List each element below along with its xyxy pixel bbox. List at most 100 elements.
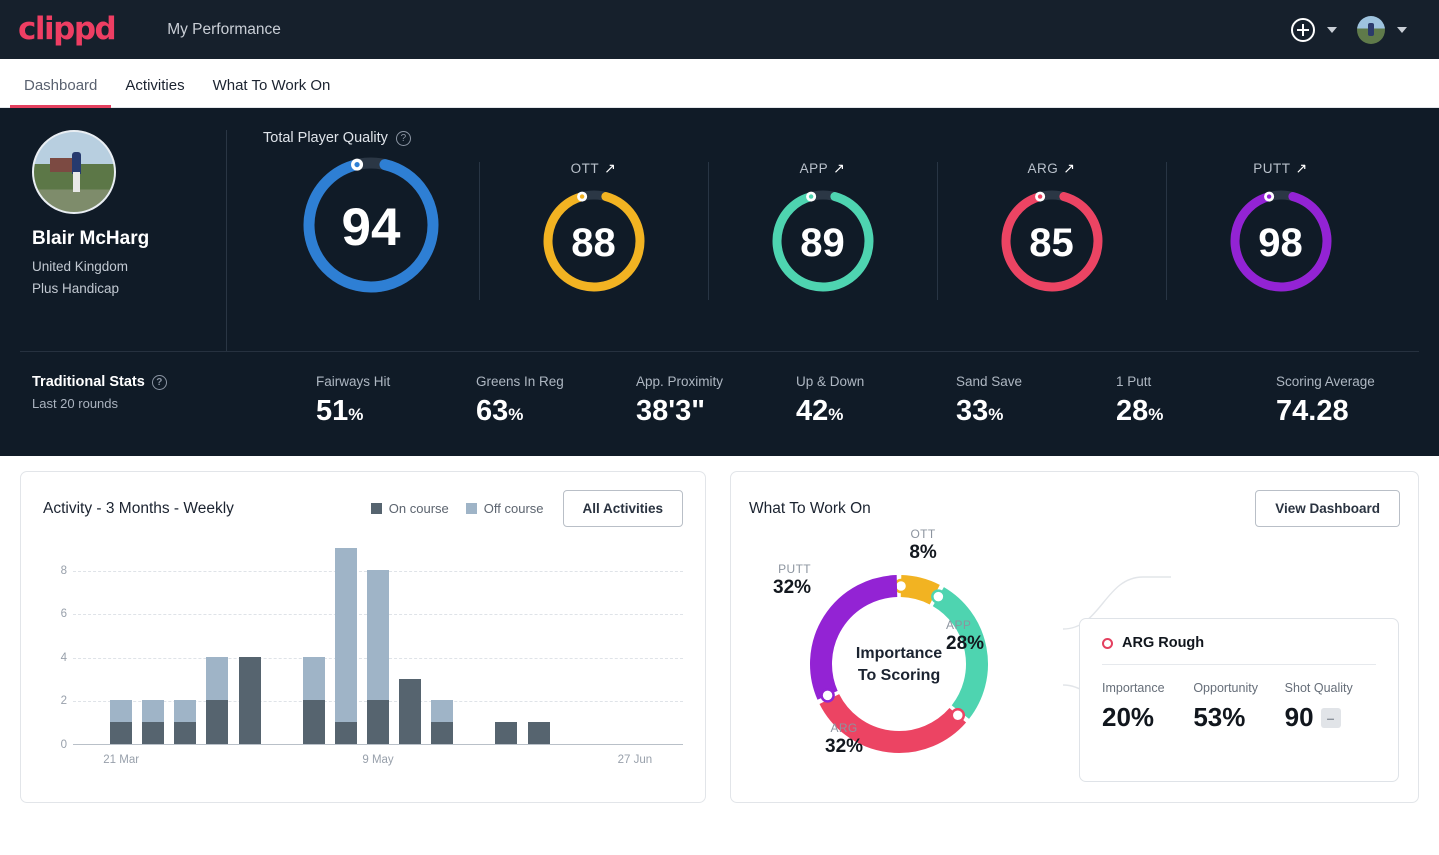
- bar[interactable]: [431, 700, 454, 744]
- bar-segment-off-course: [367, 569, 390, 701]
- legend-swatch-icon: [465, 503, 477, 514]
- bar-segment-off-course: [174, 700, 197, 723]
- bar-segment-on-course: [110, 722, 133, 744]
- bar-slot: [298, 549, 330, 744]
- donut-label-app: APP 28%: [946, 618, 985, 654]
- gauge-label: OTT ↗: [570, 160, 617, 176]
- stat-fairways-hit: Fairways Hit 51%: [316, 374, 476, 428]
- chevron-down-icon[interactable]: [1327, 26, 1337, 33]
- activity-legend: On course Off course: [370, 501, 544, 516]
- stat-value: 42%: [796, 395, 844, 427]
- view-dashboard-button[interactable]: View Dashboard: [1255, 490, 1400, 527]
- gauge-ring: 88: [540, 187, 648, 300]
- bar-segment-off-course: [334, 548, 357, 723]
- bar-slot: [490, 549, 522, 744]
- player-photo: [32, 130, 116, 214]
- ring-marker-icon: [1102, 637, 1113, 649]
- trend-up-icon: ↗: [833, 160, 846, 176]
- user-avatar-icon[interactable]: [1357, 15, 1385, 44]
- bar[interactable]: [174, 700, 197, 744]
- all-activities-button[interactable]: All Activities: [562, 490, 684, 527]
- total-player-quality-section: Total Player Quality ? 94 OTT↗ 88 APP↗: [226, 130, 1439, 351]
- x-tick: 21 Mar: [103, 754, 140, 766]
- question-circle-icon[interactable]: ?: [395, 130, 411, 146]
- page-title: My Performance: [167, 20, 281, 38]
- tab-what-to-work-on[interactable]: What To Work On: [199, 77, 345, 107]
- bar[interactable]: [334, 548, 357, 744]
- donut-marker-arg[interactable]: [950, 708, 966, 723]
- question-circle-icon[interactable]: ?: [151, 374, 167, 390]
- bar-slot: [234, 549, 266, 744]
- gauge-ring: 89: [769, 187, 877, 300]
- detail-title: ARG Rough: [1122, 635, 1205, 651]
- tab-dashboard[interactable]: Dashboard: [10, 77, 112, 108]
- metric-importance: Importance 20%: [1102, 681, 1193, 733]
- bar-segment-on-course: [527, 722, 550, 744]
- metric-opportunity: Opportunity 53%: [1193, 681, 1284, 733]
- stat-label: Fairways Hit: [316, 374, 391, 389]
- quality-gauges: 94 OTT ↗ 88 APP ↗ 89 ARG ↗ 85 PUTT ↗ 98: [263, 152, 1439, 303]
- gauge-total-player-quality: 94: [263, 152, 479, 303]
- bar-segment-on-course: [302, 700, 325, 744]
- stat-label: Sand Save: [956, 374, 1023, 389]
- legend-label: Off course: [483, 501, 544, 516]
- donut-label-ott: OTT 8%: [909, 527, 937, 563]
- arg-rough-detail-panel: ARG Rough Importance 20% Opportunity 53% S…: [1079, 618, 1399, 782]
- stat-label: Greens In Reg: [476, 374, 564, 389]
- bar[interactable]: [527, 722, 550, 744]
- player-name: Blair McHarg: [32, 228, 150, 249]
- gauge-ring: 85: [998, 187, 1106, 300]
- detail-metrics: Importance 20% Opportunity 53% Shot Qualit…: [1102, 681, 1376, 733]
- activity-card-title: Activity - 3 Months - Weekly: [43, 499, 234, 517]
- bar-slot: [619, 549, 651, 744]
- bar[interactable]: [399, 678, 422, 744]
- bar[interactable]: [367, 569, 390, 744]
- bar-segment-on-course: [142, 722, 165, 744]
- player-profile: Blair McHarg United Kingdom Plus Handica…: [0, 130, 226, 351]
- bar-slot: [105, 549, 137, 744]
- clippd-logo[interactable]: clippd: [18, 14, 117, 45]
- bar[interactable]: [142, 700, 165, 744]
- chevron-down-icon[interactable]: [1397, 26, 1407, 33]
- bar[interactable]: [302, 656, 325, 744]
- stat-value: 38'3": [636, 395, 706, 427]
- stat-sand-save: Sand Save 33%: [956, 374, 1116, 428]
- gauge-label: ARG ↗: [1027, 160, 1076, 176]
- donut-label-arg: ARG 32%: [825, 721, 864, 757]
- traditional-stats-section: Traditional Stats ? Last 20 rounds Fairw…: [0, 352, 1439, 456]
- gauge-value: 94: [341, 198, 401, 257]
- gauge-value: 89: [800, 221, 845, 265]
- donut-segment-putt[interactable]: [810, 575, 898, 700]
- metric-value: 20%: [1102, 702, 1155, 732]
- bars-group: [73, 548, 683, 744]
- metric-label: Opportunity: [1193, 681, 1258, 695]
- y-tick: 0: [60, 739, 67, 751]
- axis-baseline: [73, 744, 684, 745]
- work-card-title: What To Work On: [749, 499, 871, 517]
- bar[interactable]: [495, 722, 518, 744]
- legend-swatch-icon: [370, 503, 382, 514]
- gauge-app: APP ↗ 89: [708, 152, 937, 300]
- bar[interactable]: [110, 700, 133, 744]
- traditional-stats-subtitle: Last 20 rounds: [32, 396, 119, 411]
- activity-card: Activity - 3 Months - Weekly On course O…: [20, 471, 707, 803]
- stat-app-proximity: App. Proximity 38'3": [636, 374, 796, 428]
- donut-marker-app[interactable]: [931, 589, 946, 604]
- bar-slot: [555, 549, 587, 744]
- top-bar: clippd My Performance: [0, 0, 1439, 59]
- tab-activities[interactable]: Activities: [111, 77, 198, 107]
- donut-marker-putt[interactable]: [820, 688, 835, 703]
- player-handicap: Plus Handicap: [32, 281, 120, 297]
- plus-circle-icon[interactable]: [1291, 17, 1315, 42]
- bar-slot: [426, 549, 458, 744]
- y-tick: 6: [60, 608, 67, 621]
- bar[interactable]: [206, 656, 229, 744]
- trend-up-icon: ↗: [1063, 160, 1076, 176]
- total-player-quality-heading: Total Player Quality: [263, 130, 388, 146]
- bar-segment-on-course: [334, 722, 357, 744]
- stat-value: 63%: [476, 395, 524, 427]
- bar[interactable]: [238, 656, 261, 744]
- stat-up-down: Up & Down 42%: [796, 374, 956, 428]
- legend-item-off-course: Off course: [465, 501, 544, 516]
- bar-slot: [137, 549, 169, 744]
